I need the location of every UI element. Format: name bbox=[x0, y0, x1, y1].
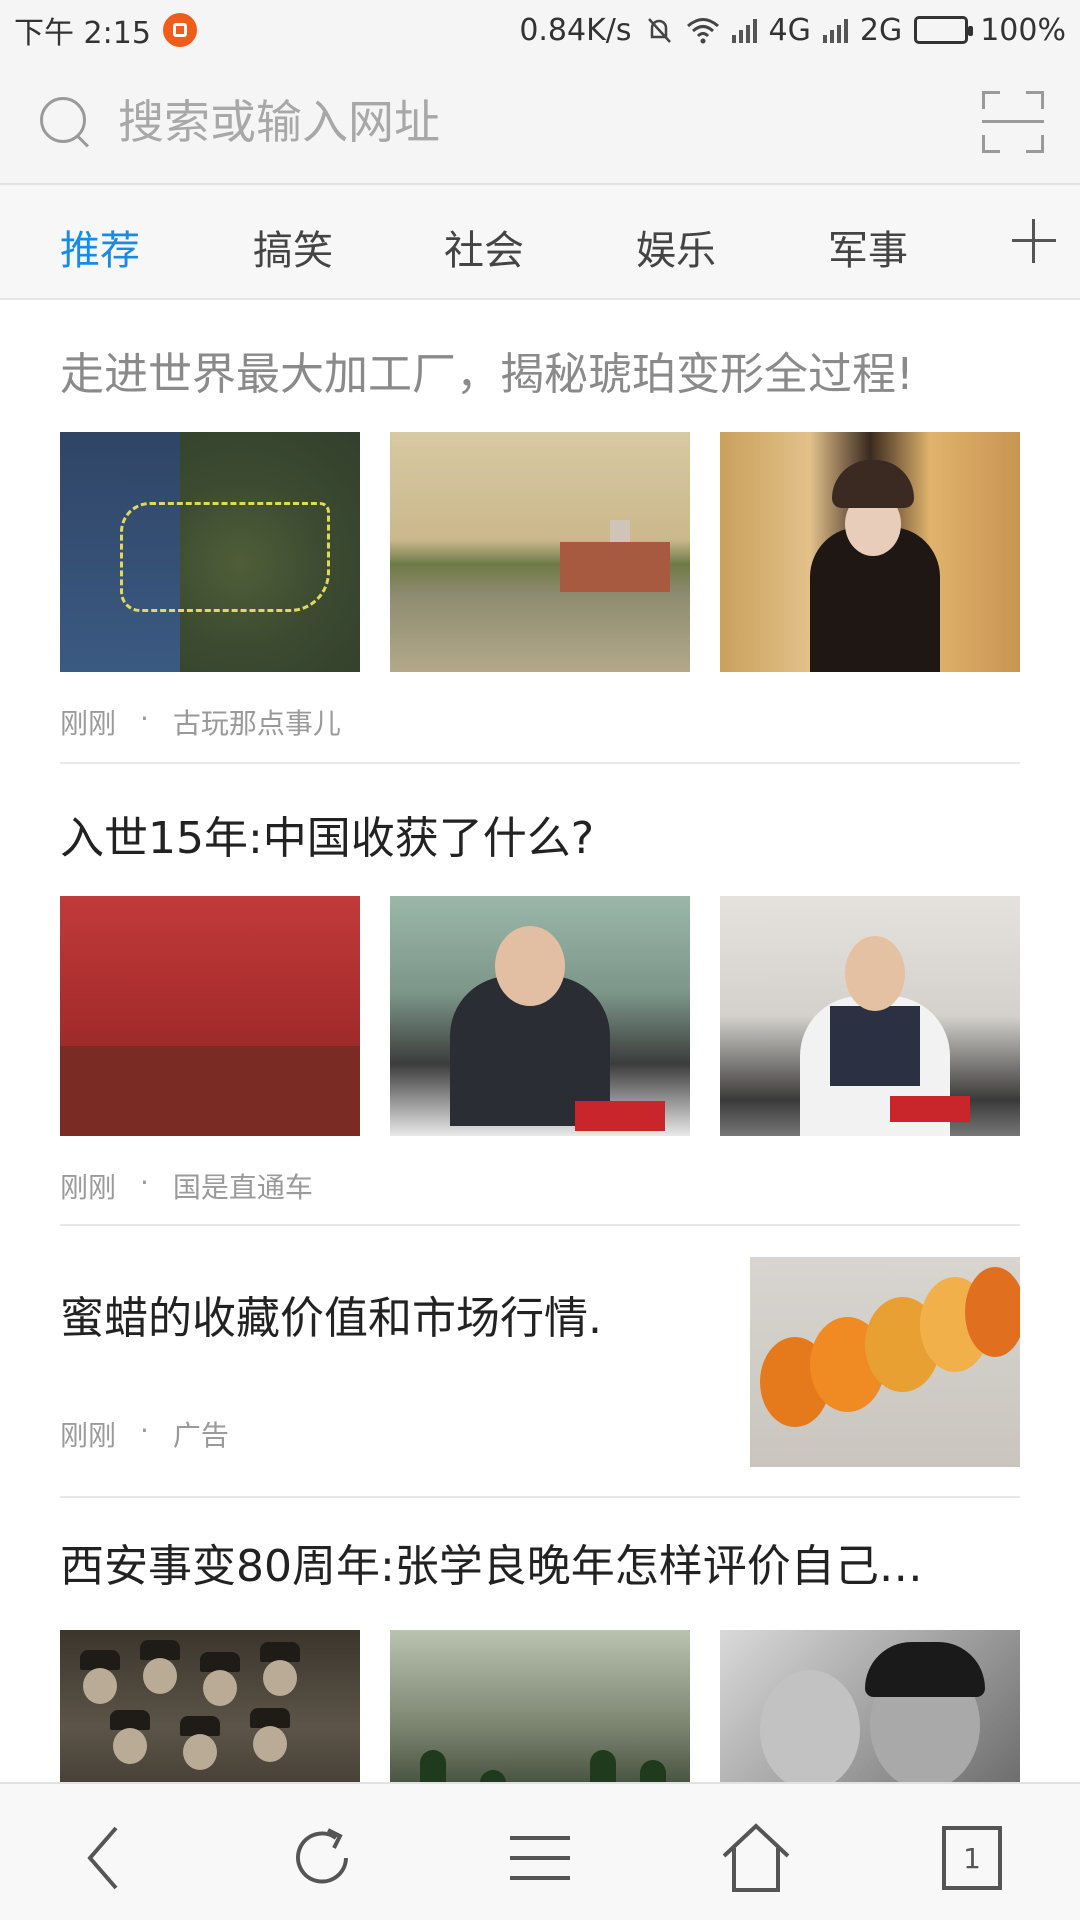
news-thumbnails[interactable] bbox=[60, 1630, 1020, 1782]
news-time: 刚刚 bbox=[60, 707, 117, 740]
signal-icon-2 bbox=[822, 17, 848, 43]
meta-dot: · bbox=[140, 702, 149, 735]
news-source: 古玩那点事儿 bbox=[172, 707, 341, 740]
tab-entertainment[interactable]: 娱乐 bbox=[636, 218, 716, 276]
news-item[interactable]: 入世15年:中国收获了什么? bbox=[60, 802, 1020, 866]
menu-icon bbox=[510, 1836, 570, 1880]
meta-dot: · bbox=[140, 1414, 149, 1447]
news-thumbnails[interactable] bbox=[60, 432, 1020, 672]
network-speed: 0.84K/s bbox=[519, 12, 632, 48]
search-input[interactable] bbox=[118, 94, 982, 149]
news-thumbnails[interactable] bbox=[60, 896, 1020, 1136]
news-time: 刚刚 bbox=[60, 1171, 117, 1204]
news-title[interactable]: 西安事变80周年:张学良晚年怎样评价自己… bbox=[60, 1530, 1020, 1594]
back-button[interactable] bbox=[0, 1784, 216, 1922]
divider bbox=[60, 1224, 1020, 1226]
news-meta: 刚刚 · 古玩那点事儿 bbox=[60, 702, 1020, 742]
elderly-men-thumbnail[interactable] bbox=[720, 1630, 1020, 1782]
tab-society[interactable]: 社会 bbox=[444, 218, 524, 276]
bottom-navigation: 1 bbox=[0, 1782, 1080, 1920]
wifi-icon bbox=[686, 18, 719, 44]
news-title[interactable]: 入世15年:中国收获了什么? bbox=[60, 802, 1020, 866]
news-item[interactable]: 蜜蜡的收藏价值和市场行情. bbox=[60, 1282, 660, 1346]
add-channel-icon[interactable] bbox=[1012, 219, 1056, 263]
home-icon bbox=[722, 1823, 790, 1892]
news-title[interactable]: 走进世界最大加工厂，揭秘琥珀变形全过程! bbox=[60, 338, 1020, 402]
network-type-1: 4G bbox=[768, 12, 811, 48]
news-item[interactable]: 西安事变80周年:张学良晚年怎样评价自己… bbox=[60, 1530, 1020, 1594]
tab-funny[interactable]: 搞笑 bbox=[253, 218, 333, 276]
beeswax-beads-thumbnail[interactable] bbox=[750, 1257, 1020, 1467]
speaker-thumbnail[interactable] bbox=[390, 896, 690, 1136]
network-type-2: 2G bbox=[859, 12, 903, 48]
divider bbox=[60, 762, 1020, 764]
signal-icon-1 bbox=[731, 17, 757, 43]
tab-count: 1 bbox=[963, 1842, 981, 1875]
tab-recommend[interactable]: 推荐 bbox=[60, 218, 140, 276]
tabs-button[interactable]: 1 bbox=[864, 1784, 1080, 1922]
divider bbox=[60, 1496, 1020, 1498]
conference-thumbnail[interactable] bbox=[60, 896, 360, 1136]
search-bar bbox=[0, 60, 1080, 185]
status-time: 下午 2:15 bbox=[14, 16, 151, 51]
tab-military[interactable]: 军事 bbox=[828, 218, 908, 276]
map-thumbnail[interactable] bbox=[60, 432, 360, 672]
news-item[interactable]: 走进世界最大加工厂，揭秘琥珀变形全过程! bbox=[60, 338, 1020, 402]
refresh-icon bbox=[296, 1828, 348, 1884]
status-bar: 下午 2:15 0.84K/s 4G 2G 100% bbox=[0, 0, 1080, 60]
river-town-thumbnail[interactable] bbox=[390, 432, 690, 672]
panelist-thumbnail[interactable] bbox=[720, 896, 1020, 1136]
news-meta: 刚刚 · 国是直通车 bbox=[60, 1166, 1020, 1206]
back-icon bbox=[87, 1826, 118, 1890]
ad-label: 广告 bbox=[172, 1419, 229, 1452]
news-source: 国是直通车 bbox=[172, 1171, 313, 1204]
meta-dot: · bbox=[140, 1166, 149, 1199]
mute-bell-icon bbox=[647, 18, 671, 43]
scan-icon[interactable] bbox=[982, 90, 1044, 153]
news-title[interactable]: 蜜蜡的收藏价值和市场行情. bbox=[60, 1282, 660, 1346]
channel-tabs: 推荐 搞笑 社会 娱乐 军事 bbox=[0, 185, 1080, 300]
app-notification-icon bbox=[162, 13, 197, 47]
home-button[interactable] bbox=[648, 1784, 864, 1922]
news-time: 刚刚 bbox=[60, 1419, 117, 1452]
menu-button[interactable] bbox=[432, 1784, 648, 1922]
news-feed[interactable]: 走进世界最大加工厂，揭秘琥珀变形全过程! 刚刚 · 古玩那点事儿 入世15年:中… bbox=[0, 302, 1080, 1782]
news-meta: 刚刚 · 广告 bbox=[60, 1414, 660, 1454]
battery-icon bbox=[914, 16, 974, 44]
search-icon bbox=[38, 95, 92, 149]
soldiers-photo-thumbnail[interactable] bbox=[60, 1630, 360, 1782]
tabs-icon: 1 bbox=[942, 1826, 1002, 1890]
battery-level: 100% bbox=[980, 12, 1066, 48]
memorial-garden-thumbnail[interactable] bbox=[390, 1630, 690, 1782]
amber-vendor-thumbnail[interactable] bbox=[720, 432, 1020, 672]
refresh-button[interactable] bbox=[216, 1784, 432, 1922]
